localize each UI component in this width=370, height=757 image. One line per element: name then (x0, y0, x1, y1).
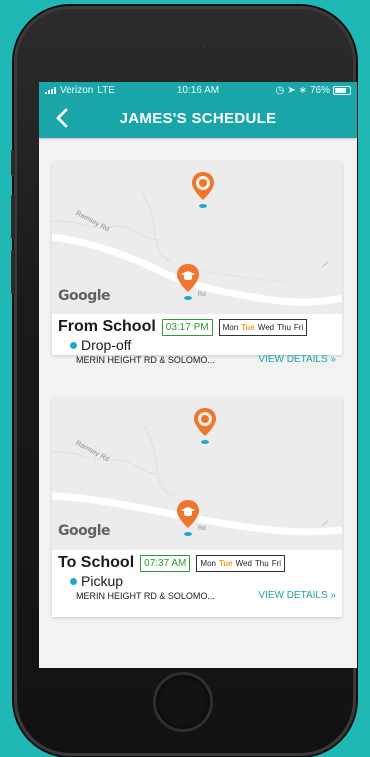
weekday-selector: Mon Tue Wed Thu Fri (196, 554, 286, 572)
alarm-icon: ◷ (275, 84, 285, 96)
google-attribution: Google (58, 288, 111, 304)
graduation-cap-pin-icon[interactable] (175, 498, 201, 536)
location-icon: ➤ (287, 84, 296, 96)
weekday-selector: Mon Tue Wed Thu Fri (218, 318, 308, 336)
stop-address: MERIN HEIGHT RD & SOLOMO... (76, 354, 215, 365)
day-thu: Thu (277, 322, 291, 332)
battery-icon (333, 85, 351, 95)
chevron-left-icon[interactable] (51, 106, 75, 130)
day-tue: Tue (218, 558, 233, 568)
app-screen: Verizon LTE 10:16 AM ◷ ➤ ∗ 76% JAMES'S S… (39, 82, 357, 668)
route-map[interactable]: Ramsey Rd Rd Google (52, 398, 342, 550)
school-pin-icon[interactable] (190, 170, 216, 208)
route-map[interactable]: Ramsey Rd Rd Google (52, 162, 342, 314)
stop-dot-icon (70, 577, 77, 585)
day-fri: Fri (271, 558, 282, 568)
home-button[interactable] (153, 672, 213, 732)
day-wed: Wed (235, 558, 252, 568)
google-attribution: Google (58, 523, 111, 539)
schedule-card[interactable]: Ramsey Rd Rd Google To School 07:37 AM M… (52, 398, 342, 617)
view-details-link[interactable]: VIEW DETAILS » (258, 354, 336, 365)
trip-direction: From School (58, 318, 156, 335)
app-header: JAMES'S SCHEDULE (39, 98, 357, 138)
day-mon: Mon (200, 558, 216, 568)
volume-up-button (11, 195, 15, 239)
stop-type: Pickup (81, 573, 124, 589)
stop-address: MERIN HEIGHT RD & SOLOMO... (76, 590, 215, 601)
day-wed: Wed (257, 322, 275, 332)
mute-switch (11, 150, 15, 176)
status-bar: Verizon LTE 10:16 AM ◷ ➤ ∗ 76% (39, 82, 357, 98)
day-tue: Tue (241, 322, 255, 332)
battery-percent: 76% (309, 84, 330, 96)
trip-direction: To School (58, 554, 135, 571)
network-label: LTE (97, 84, 115, 96)
volume-down-button (11, 250, 15, 294)
trip-time-badge: 03:17 PM (161, 318, 213, 336)
graduation-cap-pin-icon[interactable] (175, 262, 201, 300)
view-details-link[interactable]: VIEW DETAILS » (258, 590, 336, 601)
schedule-card[interactable]: Ramsey Rd Rd Google From School 03:17 PM (52, 162, 342, 365)
bluetooth-icon: ∗ (298, 84, 307, 96)
school-pin-icon[interactable] (192, 406, 218, 444)
stop-type: Drop-off (81, 337, 132, 353)
day-fri: Fri (293, 322, 304, 332)
front-camera (204, 42, 211, 49)
day-mon: Mon (222, 322, 239, 332)
carrier-label: Verizon (60, 84, 94, 96)
signal-icon (45, 86, 56, 94)
trip-time-badge: 07:37 AM (140, 554, 191, 572)
page-title: JAMES'S SCHEDULE (119, 109, 277, 127)
day-thu: Thu (254, 558, 269, 568)
stop-dot-icon (70, 341, 77, 349)
